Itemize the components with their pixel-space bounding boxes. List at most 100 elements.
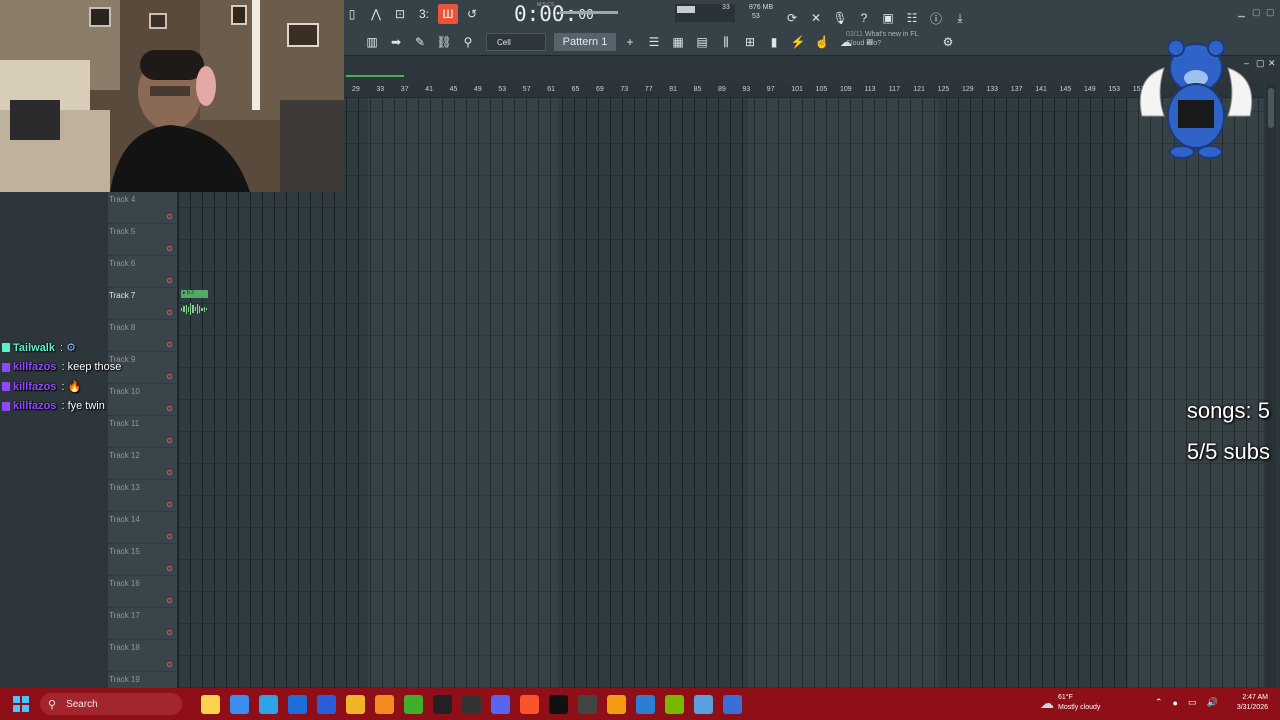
- piano-roll-icon[interactable]: ▤: [692, 32, 712, 52]
- track-mute-icon[interactable]: [167, 310, 172, 315]
- track-header[interactable]: Track 15: [108, 544, 178, 576]
- app-ak-icon[interactable]: [433, 694, 452, 714]
- track-header[interactable]: Track 12: [108, 448, 178, 480]
- playlist-icon[interactable]: ☰: [644, 32, 664, 52]
- track-header[interactable]: Track 18: [108, 640, 178, 672]
- tray-volume-icon[interactable]: 🔊: [1207, 697, 1218, 708]
- vlc-icon[interactable]: [375, 694, 394, 714]
- track-mute-icon[interactable]: [167, 630, 172, 635]
- arrow-icon[interactable]: ➡: [386, 32, 406, 52]
- track-header[interactable]: Track 11: [108, 416, 178, 448]
- track-mute-icon[interactable]: [167, 246, 172, 251]
- hint-icon[interactable]: ▯: [342, 4, 362, 24]
- channel-rack-icon[interactable]: ▦: [668, 32, 688, 52]
- mic-icon[interactable]: 🎙: [830, 8, 850, 28]
- news-settings-icon[interactable]: ⚙: [938, 32, 958, 52]
- track-mute-icon[interactable]: [167, 598, 172, 603]
- audio-clip[interactable]: ▸ b 2: [181, 290, 208, 320]
- add-pattern-icon[interactable]: +: [620, 32, 640, 52]
- tray-mic-icon[interactable]: ●: [1173, 698, 1178, 708]
- track-mute-icon[interactable]: [167, 534, 172, 539]
- edge-icon[interactable]: [259, 694, 278, 714]
- panel-close-icon[interactable]: ✕: [1268, 58, 1276, 69]
- stamp-icon[interactable]: ⚲: [458, 32, 478, 52]
- word-icon[interactable]: [317, 694, 336, 714]
- vertical-scrollbar[interactable]: [1266, 84, 1276, 688]
- close-icon[interactable]: ▢: [1266, 7, 1275, 18]
- wait-input-icon[interactable]: ⊡: [390, 4, 410, 24]
- file-explorer-icon[interactable]: [201, 694, 220, 714]
- fruity-icon[interactable]: [607, 694, 626, 714]
- record-icon[interactable]: Ш: [438, 4, 458, 24]
- track-mute-icon[interactable]: [167, 278, 172, 283]
- browser-icon[interactable]: ⊞: [740, 32, 760, 52]
- track-mute-icon[interactable]: [167, 470, 172, 475]
- chat-username[interactable]: killfazos: [13, 361, 56, 373]
- track-header[interactable]: Track 16: [108, 576, 178, 608]
- brave-icon[interactable]: [520, 694, 539, 714]
- taskbar-search[interactable]: ⚲ Search: [40, 693, 182, 715]
- download-icon[interactable]: ⤓: [950, 8, 970, 28]
- undo-icon[interactable]: ⟳: [782, 8, 802, 28]
- photos-icon[interactable]: [636, 694, 655, 714]
- chat-username[interactable]: killfazos: [13, 381, 56, 393]
- track-mute-icon[interactable]: [167, 438, 172, 443]
- scrollbar-thumb[interactable]: [1268, 88, 1274, 128]
- info-icon[interactable]: ⓘ: [926, 8, 946, 28]
- countdown-icon[interactable]: 3:: [414, 4, 434, 24]
- plug-icon[interactable]: ⚡: [788, 32, 808, 52]
- tray-chevron-icon[interactable]: ⌃: [1155, 697, 1163, 708]
- calculator-icon[interactable]: [723, 694, 742, 714]
- track-mute-icon[interactable]: [167, 662, 172, 667]
- track-mute-icon[interactable]: [167, 502, 172, 507]
- taskbar-clock[interactable]: 2:47 AM 3/31/2026: [1222, 693, 1268, 713]
- pencil-icon[interactable]: ✎: [410, 32, 430, 52]
- save-icon[interactable]: ▣: [878, 8, 898, 28]
- ruler-tick-label: 137: [1010, 86, 1023, 93]
- panel-restore-icon[interactable]: ▢: [1256, 58, 1265, 69]
- obs-icon[interactable]: [578, 694, 597, 714]
- metronome-icon[interactable]: ⋀: [366, 4, 386, 24]
- plugin-icon[interactable]: ▮: [764, 32, 784, 52]
- tray-network-icon[interactable]: ▭: [1188, 697, 1197, 708]
- track-header[interactable]: Track 17: [108, 608, 178, 640]
- news-panel[interactable]: 03/11 What's new in FL Cloud Pro?: [846, 30, 936, 48]
- track-header[interactable]: Track 13: [108, 480, 178, 512]
- chat-username[interactable]: Tailwalk: [13, 342, 55, 354]
- touch-icon[interactable]: ☝: [812, 32, 832, 52]
- link-icon[interactable]: ⛓: [434, 32, 454, 52]
- mixer-icon[interactable]: ☷: [902, 8, 922, 28]
- notepad-icon[interactable]: [694, 694, 713, 714]
- chat-username[interactable]: killfazos: [13, 400, 56, 412]
- track-header[interactable]: Track 6: [108, 256, 178, 288]
- tools-icon[interactable]: ✕: [806, 8, 826, 28]
- loop-record-icon[interactable]: ↺: [462, 4, 482, 24]
- track-mute-icon[interactable]: [167, 566, 172, 571]
- panel-minimize-icon[interactable]: –: [1244, 58, 1249, 68]
- track-mute-icon[interactable]: [167, 214, 172, 219]
- track-header[interactable]: Track 14: [108, 512, 178, 544]
- app-wave-icon[interactable]: [462, 694, 481, 714]
- weather-widget[interactable]: ☁ 61°F Mostly cloudy: [1040, 693, 1100, 713]
- minimize-icon[interactable]: ▁: [1238, 7, 1245, 18]
- discord-icon[interactable]: [491, 694, 510, 714]
- pattern-select[interactable]: Pattern 1: [554, 33, 616, 51]
- copilot-icon[interactable]: [230, 694, 249, 714]
- outlook-icon[interactable]: [288, 694, 307, 714]
- mixer-view-icon[interactable]: ⫼: [716, 32, 736, 52]
- nvidia-icon[interactable]: [665, 694, 684, 714]
- track-header[interactable]: Track 7: [108, 288, 178, 320]
- minecraft-icon[interactable]: [404, 694, 423, 714]
- folder-icon[interactable]: [346, 694, 365, 714]
- windows-start-button[interactable]: [6, 688, 36, 720]
- tiktok-icon[interactable]: [549, 694, 568, 714]
- timeline-ruler[interactable]: 29 33 37 41 45 49 53 57 61 65 69 73 77 81 85 89 93 97 101 1…: [344, 84, 1264, 98]
- piano-icon[interactable]: ▥: [362, 32, 382, 52]
- track-header[interactable]: Track 4: [108, 192, 178, 224]
- ruler-tick-label: 69: [596, 86, 604, 93]
- help-icon[interactable]: ?: [854, 8, 874, 28]
- restore-icon[interactable]: ▢: [1252, 7, 1261, 18]
- snap-select[interactable]: Cell: [486, 33, 546, 51]
- track-header[interactable]: Track 5: [108, 224, 178, 256]
- master-volume-slider[interactable]: [560, 11, 618, 14]
